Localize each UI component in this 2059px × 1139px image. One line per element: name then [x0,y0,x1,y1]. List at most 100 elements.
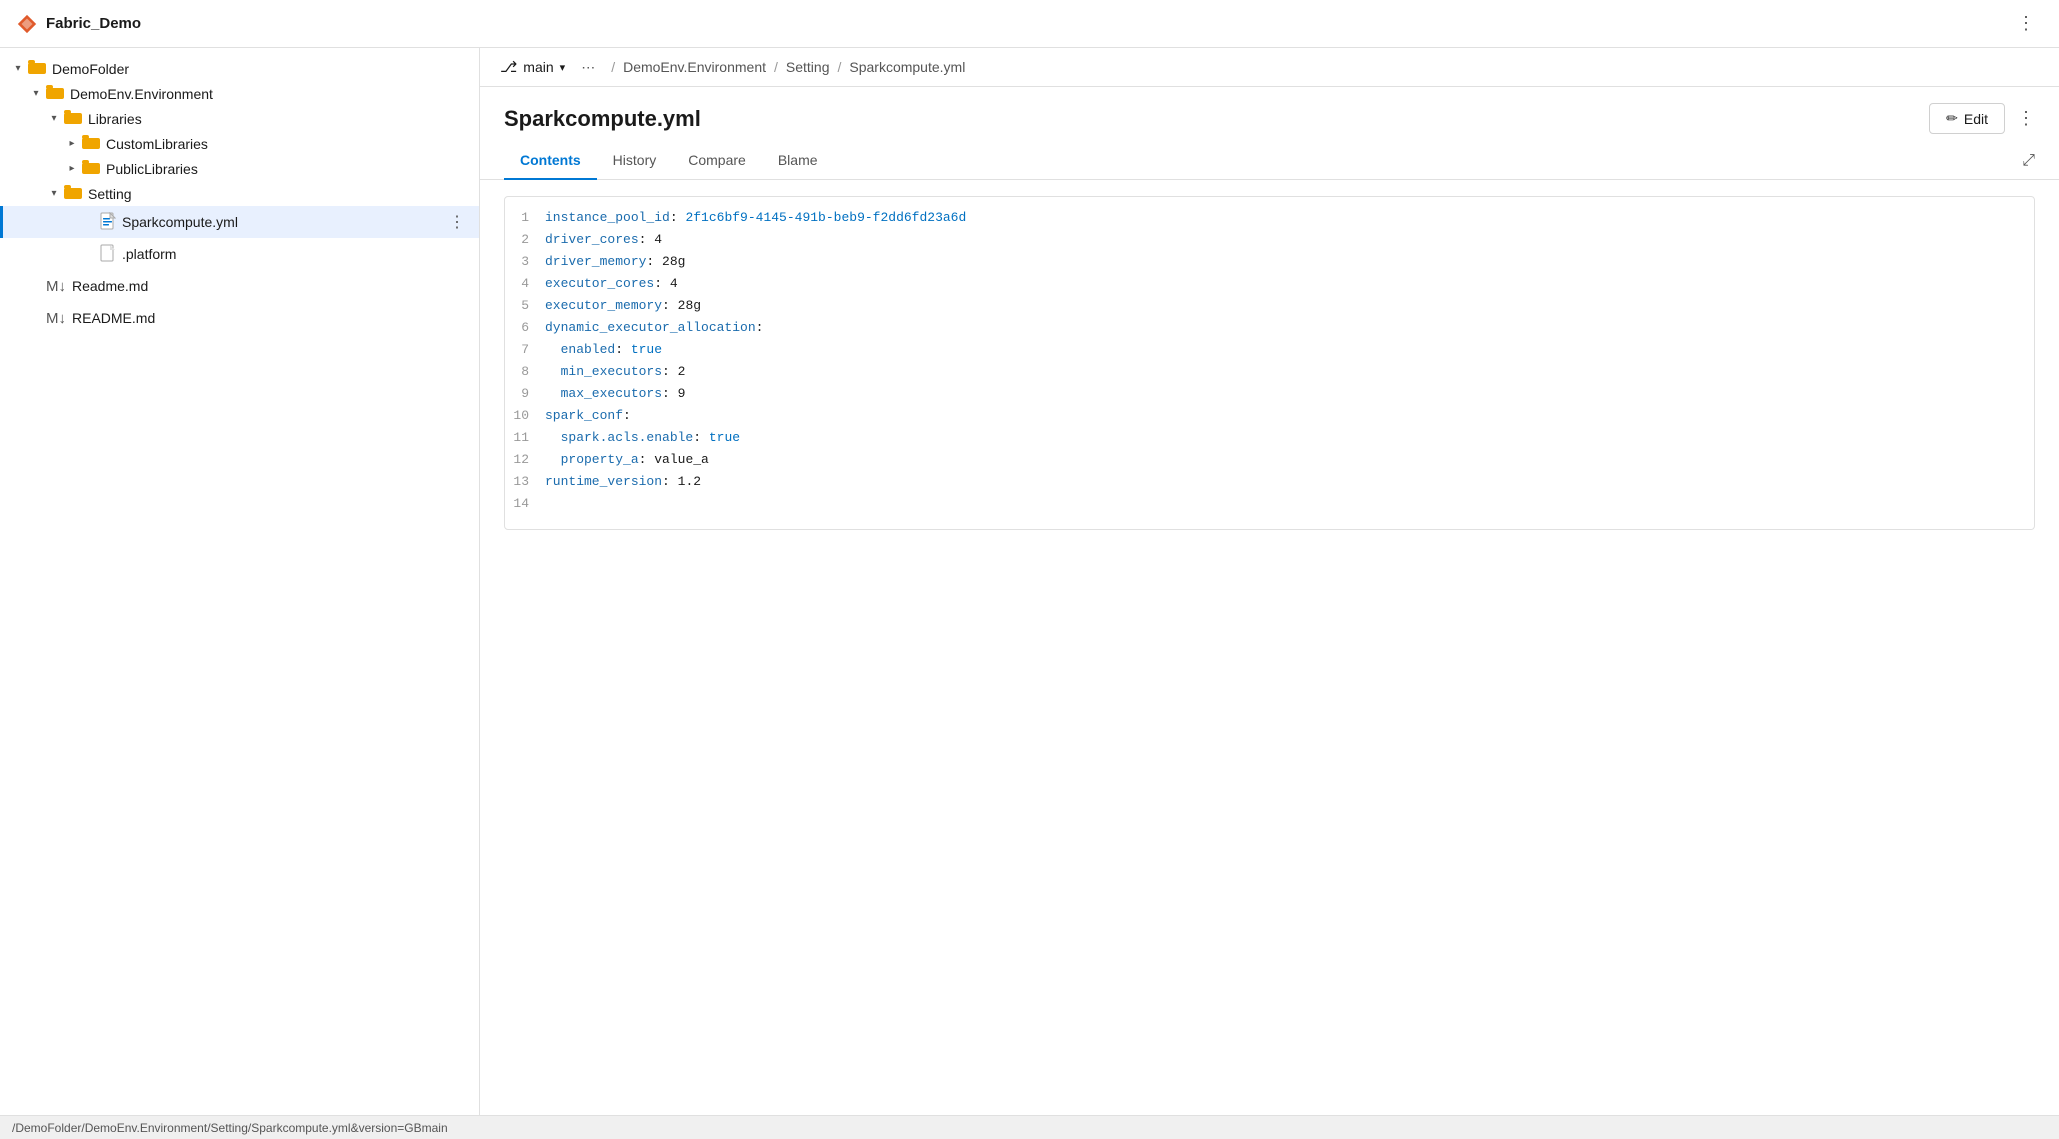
code-key: driver_cores [545,232,639,247]
code-line: 5 executor_memory: 28g [505,297,2034,319]
item-label: PublicLibraries [106,161,471,177]
sidebar: ▾ DemoFolder ▾ DemoEnv.Environment ▾ Lib… [0,48,480,1115]
line-number: 4 [505,276,545,291]
tab-contents[interactable]: Contents [504,142,597,180]
chevron-icon: ▸ [62,138,82,149]
code-key: max_executors [545,386,662,401]
line-number: 8 [505,364,545,379]
sidebar-item-publiclibs[interactable]: ▸ PublicLibraries [0,156,479,181]
item-label: Setting [88,186,471,202]
code-val: value_a [654,452,709,467]
code-colon: : [662,386,678,401]
item-label: CustomLibraries [106,136,471,152]
code-key: min_executors [545,364,662,379]
branch-selector[interactable]: ⎇ main ▾ [500,58,565,76]
code-val: 4 [670,276,678,291]
code-colon: : [662,364,678,379]
breadcrumb-bar: ⎇ main ▾ ⋯ / DemoEnv.Environment / Setti… [480,48,2059,87]
code-key: dynamic_executor_allocation [545,320,756,335]
code-val: 28g [678,298,701,313]
md-file-icon: M↓ [46,278,66,295]
code-key: spark.acls.enable [545,430,693,445]
code-colon: : [662,474,678,489]
tab-history[interactable]: History [597,142,673,180]
item-label: DemoEnv.Environment [70,86,471,102]
code-val: 2 [678,364,686,379]
line-content: max_executors: 9 [545,386,685,401]
item-more-icon[interactable]: ⋮ [443,210,471,234]
chevron-icon: ▾ [8,63,28,74]
code-key: driver_memory [545,254,646,269]
code-colon: : [654,276,670,291]
top-bar-more-icon[interactable]: ⋮ [2009,9,2043,38]
item-label: Readme.md [72,278,443,294]
code-val: 4 [654,232,662,247]
sidebar-item-libraries[interactable]: ▾ Libraries [0,106,479,131]
code-line: 9 max_executors: 9 [505,385,2034,407]
code-line: 8 min_executors: 2 [505,363,2034,385]
code-line: 2 driver_cores: 4 [505,231,2034,253]
expand-icon[interactable]: ⤢ [2022,152,2035,170]
line-number: 14 [505,496,545,511]
code-line: 13 runtime_version: 1.2 [505,473,2034,495]
edit-label: Edit [1964,111,1988,127]
chevron-icon: ▸ [62,163,82,174]
item-label: Sparkcompute.yml [122,214,443,230]
line-content: dynamic_executor_allocation: [545,320,763,335]
sep1: / [611,59,615,75]
code-line: 7 enabled: true [505,341,2034,363]
file-more-icon[interactable]: ⋮ [2017,108,2035,129]
sep2: / [774,59,778,75]
file-header: Sparkcompute.yml ✏ Edit ⋮ [480,87,2059,134]
line-content: runtime_version: 1.2 [545,474,701,489]
chevron-icon: ▾ [44,188,64,199]
tab-compare[interactable]: Compare [672,142,762,180]
code-colon: : [662,298,678,313]
line-number: 5 [505,298,545,313]
code-colon: : [693,430,709,445]
file-icon [100,244,116,265]
main-layout: ▾ DemoFolder ▾ DemoEnv.Environment ▾ Lib… [0,48,2059,1115]
code-container: 1 instance_pool_id: 2f1c6bf9-4145-491b-b… [480,180,2059,1115]
code-line: 11 spark.acls.enable: true [505,429,2034,451]
sidebar-item-README[interactable]: M↓ README.md ⋮ [0,302,479,334]
edit-button[interactable]: ✏ Edit [1929,103,2005,134]
top-bar: Fabric_Demo ⋮ [0,0,2059,48]
sidebar-item-demofolder[interactable]: ▾ DemoFolder [0,56,479,81]
item-label: .platform [122,246,443,262]
line-number: 3 [505,254,545,269]
code-colon: : [639,232,655,247]
code-colon: : [670,210,686,225]
breadcrumb-menu-dots[interactable]: ⋯ [573,59,603,76]
chevron-icon: ▾ [26,88,46,99]
code-colon: : [615,342,631,357]
sidebar-item-platform[interactable]: .platform ⋮ [0,238,479,270]
sidebar-item-customlibs[interactable]: ▸ CustomLibraries [0,131,479,156]
sidebar-item-demoenv[interactable]: ▾ DemoEnv.Environment [0,81,479,106]
code-key: enabled [545,342,615,357]
sidebar-item-sparkcompute[interactable]: Sparkcompute.yml ⋮ [0,206,479,238]
breadcrumb-file[interactable]: Sparkcompute.yml [849,59,965,75]
sidebar-item-setting[interactable]: ▾ Setting [0,181,479,206]
breadcrumb-setting[interactable]: Setting [786,59,830,75]
folder-icon [28,60,46,77]
app-title: Fabric_Demo [46,15,141,32]
code-block: 1 instance_pool_id: 2f1c6bf9-4145-491b-b… [504,196,2035,530]
md-file-icon: M↓ [46,310,66,327]
code-line: 3 driver_memory: 28g [505,253,2034,275]
item-label: DemoFolder [52,61,471,77]
sidebar-item-readmemd[interactable]: M↓ Readme.md ⋮ [0,270,479,302]
folder-icon [64,185,82,202]
app-logo[interactable]: Fabric_Demo [16,13,141,35]
breadcrumb-demoenv[interactable]: DemoEnv.Environment [623,59,766,75]
line-number: 7 [505,342,545,357]
code-colon: : [623,408,631,423]
item-label: Libraries [88,111,471,127]
code-colon: : [756,320,764,335]
line-number: 6 [505,320,545,335]
item-label: README.md [72,310,443,326]
code-colon: : [646,254,662,269]
code-line: 6 dynamic_executor_allocation: [505,319,2034,341]
code-val: 2f1c6bf9-4145-491b-beb9-f2dd6fd23a6d [685,210,966,225]
tab-blame[interactable]: Blame [762,142,834,180]
